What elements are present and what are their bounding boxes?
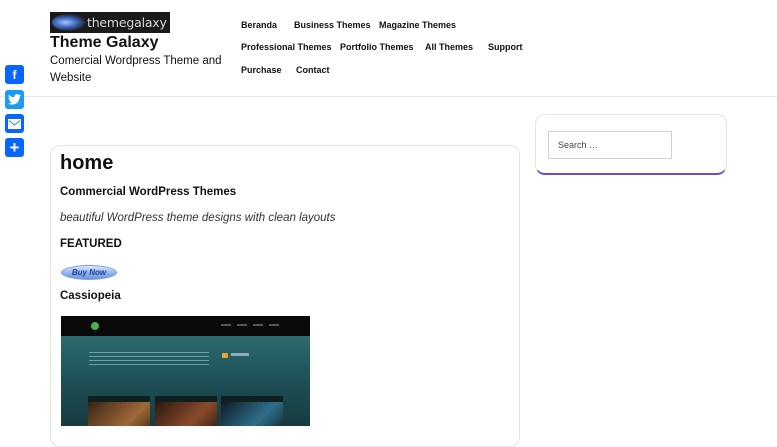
twitter-icon xyxy=(8,94,21,105)
nav-item-professional-themes[interactable]: Professional Themes xyxy=(241,42,332,52)
content-heading: Commercial WordPress Themes xyxy=(60,186,237,198)
page-title: home xyxy=(60,152,114,174)
nav-item-all-themes[interactable]: All Themes xyxy=(425,42,473,52)
search-input[interactable] xyxy=(548,131,672,159)
facebook-share-button[interactable]: f xyxy=(5,65,24,84)
galaxy-swirl-icon xyxy=(52,14,86,31)
nav-item-support[interactable]: Support xyxy=(488,42,523,52)
nav-item-portfolio-themes[interactable]: Portfolio Themes xyxy=(340,42,414,52)
site-description: Comercial Wordpress Theme and Website xyxy=(50,55,222,84)
site-title[interactable]: Theme Galaxy xyxy=(50,34,159,52)
facebook-icon: f xyxy=(12,67,17,82)
nav-item-purchase[interactable]: Purchase xyxy=(241,65,282,75)
nav-item-contact[interactable]: Contact xyxy=(296,65,330,75)
preview-logo-icon xyxy=(91,322,99,330)
theme-preview-image[interactable] xyxy=(61,316,310,426)
featured-label: FEATURED xyxy=(60,238,122,250)
email-icon xyxy=(8,118,21,129)
content-tagline: beautiful WordPress theme designs with c… xyxy=(60,212,336,224)
preview-star-icon xyxy=(222,353,228,358)
preview-tile xyxy=(221,396,283,426)
nav-item-magazine-themes[interactable]: Magazine Themes xyxy=(379,20,456,30)
twitter-share-button[interactable] xyxy=(5,90,24,109)
email-share-button[interactable] xyxy=(5,114,24,133)
theme-name: Cassiopeia xyxy=(60,290,121,302)
preview-tile xyxy=(155,396,217,426)
share-more-button[interactable]: + xyxy=(5,138,24,157)
preview-text-lines xyxy=(89,352,209,366)
preview-menu xyxy=(221,324,281,326)
preview-tile xyxy=(88,396,150,426)
logo-text: themegalaxy xyxy=(87,15,167,30)
site-logo[interactable]: themegalaxy xyxy=(50,12,170,33)
buy-now-button[interactable]: Buy Now xyxy=(61,265,117,280)
nav-item-business-themes[interactable]: Business Themes xyxy=(294,20,371,30)
preview-services-label xyxy=(231,353,249,356)
nav-item-beranda[interactable]: Beranda xyxy=(241,20,277,30)
share-plus-icon: + xyxy=(9,138,20,157)
site-header: themegalaxy Theme Galaxy Comercial Wordp… xyxy=(0,0,777,97)
